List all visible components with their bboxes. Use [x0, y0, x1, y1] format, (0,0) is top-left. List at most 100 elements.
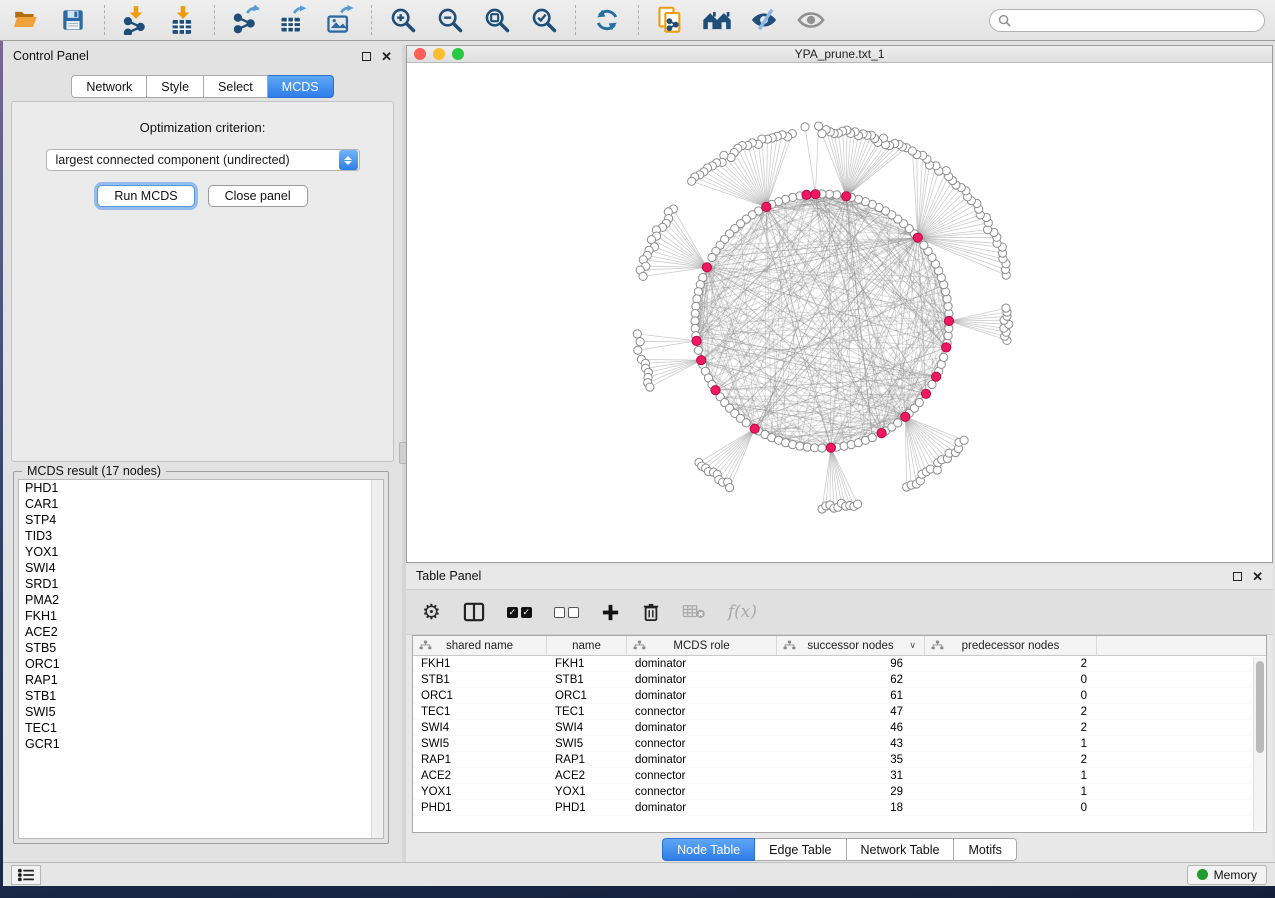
zoom-fit-icon[interactable]: [481, 4, 513, 36]
cell-pred[interactable]: 0: [925, 802, 1097, 814]
save-session-icon[interactable]: [57, 4, 89, 36]
column-header-MCDS-role[interactable]: MCDS role: [627, 636, 777, 655]
table-row[interactable]: FKH1FKH1dominator962: [413, 656, 1266, 672]
mcds-hub-node[interactable]: [913, 233, 922, 242]
cell-shared_name[interactable]: PHD1: [413, 802, 547, 814]
table-scrollbar-thumb[interactable]: [1256, 661, 1264, 753]
column-header-predecessor-nodes[interactable]: predecessor nodes: [925, 636, 1097, 655]
cell-role[interactable]: connector: [627, 706, 777, 718]
tab-style[interactable]: Style: [147, 75, 204, 98]
cell-pred[interactable]: 0: [925, 674, 1097, 686]
table-row[interactable]: SWI4SWI4dominator462: [413, 720, 1266, 736]
cell-succ[interactable]: 31: [777, 770, 925, 782]
cell-shared_name[interactable]: ORC1: [413, 690, 547, 702]
cell-role[interactable]: dominator: [627, 690, 777, 702]
mcds-result-item[interactable]: YOX1: [19, 544, 383, 560]
mcds-result-item[interactable]: ORC1: [19, 656, 383, 672]
task-console-button[interactable]: [11, 865, 41, 885]
mcds-result-item[interactable]: TEC1: [19, 720, 383, 736]
mcds-hub-node[interactable]: [811, 190, 820, 199]
network-canvas[interactable]: [407, 63, 1272, 562]
cell-role[interactable]: dominator: [627, 754, 777, 766]
cell-role[interactable]: dominator: [627, 802, 777, 814]
mcds-result-item[interactable]: GCR1: [19, 736, 383, 752]
leaf-node[interactable]: [801, 123, 809, 131]
deselect-all-columns-icon[interactable]: [554, 597, 579, 627]
cell-shared_name[interactable]: SWI5: [413, 738, 547, 750]
apply-layout-icon[interactable]: [591, 4, 623, 36]
table-row[interactable]: SWI5SWI5connector431: [413, 736, 1266, 752]
mcds-hub-node[interactable]: [692, 336, 701, 345]
export-network-icon[interactable]: [230, 4, 262, 36]
table-row[interactable]: YOX1YOX1connector291: [413, 784, 1266, 800]
cell-succ[interactable]: 62: [777, 674, 925, 686]
ring-node[interactable]: [944, 302, 952, 310]
mcds-hub-node[interactable]: [697, 356, 706, 365]
cell-succ[interactable]: 29: [777, 786, 925, 798]
mcds-hub-node[interactable]: [702, 263, 711, 272]
leaf-node[interactable]: [633, 330, 641, 338]
mcds-result-item[interactable]: STB5: [19, 640, 383, 656]
cell-succ[interactable]: 96: [777, 658, 925, 670]
search-input[interactable]: [1016, 13, 1256, 27]
cell-name[interactable]: SWI5: [547, 738, 627, 750]
cell-shared_name[interactable]: STB1: [413, 674, 547, 686]
ring-node[interactable]: [742, 419, 750, 427]
table-row[interactable]: PHD1PHD1dominator180: [413, 800, 1266, 816]
zoom-in-icon[interactable]: [387, 4, 419, 36]
leaf-node[interactable]: [636, 338, 644, 346]
leaf-node[interactable]: [818, 130, 826, 138]
cell-shared_name[interactable]: SWI4: [413, 722, 547, 734]
show-all-icon[interactable]: [795, 4, 827, 36]
mcds-result-item[interactable]: FKH1: [19, 608, 383, 624]
leaf-node[interactable]: [726, 484, 734, 492]
ring-node[interactable]: [694, 346, 702, 354]
ring-node[interactable]: [894, 419, 902, 427]
leaf-node[interactable]: [960, 436, 968, 444]
mcds-hub-node[interactable]: [842, 192, 851, 201]
mcds-result-item[interactable]: PHD1: [19, 480, 383, 496]
criterion-dropdown[interactable]: largest connected component (undirected): [46, 149, 360, 171]
memory-button[interactable]: Memory: [1187, 865, 1267, 885]
zoom-selected-icon[interactable]: [528, 4, 560, 36]
zoom-out-icon[interactable]: [434, 4, 466, 36]
result-scrollbar[interactable]: [371, 480, 383, 838]
cell-name[interactable]: YOX1: [547, 786, 627, 798]
ring-node[interactable]: [915, 399, 923, 407]
open-file-icon[interactable]: [10, 4, 42, 36]
table-row[interactable]: ACE2ACE2connector311: [413, 768, 1266, 784]
cell-role[interactable]: connector: [627, 786, 777, 798]
float-panel-button[interactable]: [362, 52, 371, 61]
ring-node[interactable]: [868, 434, 876, 442]
cell-shared_name[interactable]: YOX1: [413, 786, 547, 798]
tab-network[interactable]: Network: [71, 75, 147, 98]
close-panel-button-mcds[interactable]: Close panel: [208, 185, 308, 207]
mcds-result-item[interactable]: SWI5: [19, 704, 383, 720]
sort-chevron-icon[interactable]: ∨: [909, 640, 916, 651]
cell-pred[interactable]: 2: [925, 754, 1097, 766]
tab-node-table[interactable]: Node Table: [662, 838, 755, 861]
mcds-hub-node[interactable]: [762, 202, 771, 211]
leaf-node[interactable]: [854, 500, 862, 508]
network-graph[interactable]: [407, 63, 1272, 562]
cell-name[interactable]: STB1: [547, 674, 627, 686]
leaf-node[interactable]: [1002, 304, 1010, 312]
cell-pred[interactable]: 2: [925, 658, 1097, 670]
leaf-node[interactable]: [688, 177, 696, 185]
leaf-node[interactable]: [908, 147, 916, 155]
ring-node[interactable]: [796, 442, 804, 450]
table-options-icon[interactable]: ⚙: [422, 597, 441, 627]
add-column-icon[interactable]: [601, 597, 620, 627]
mcds-result-item[interactable]: TID3: [19, 528, 383, 544]
cell-succ[interactable]: 43: [777, 738, 925, 750]
cell-shared_name[interactable]: ACE2: [413, 770, 547, 782]
mcds-result-item[interactable]: SRD1: [19, 576, 383, 592]
cell-pred[interactable]: 0: [925, 690, 1097, 702]
cell-shared_name[interactable]: TEC1: [413, 706, 547, 718]
mcds-result-item[interactable]: ACE2: [19, 624, 383, 640]
cell-role[interactable]: dominator: [627, 674, 777, 686]
ring-node[interactable]: [818, 444, 826, 452]
tab-select[interactable]: Select: [204, 75, 268, 98]
leaf-node[interactable]: [639, 272, 647, 280]
mcds-result-item[interactable]: STB1: [19, 688, 383, 704]
